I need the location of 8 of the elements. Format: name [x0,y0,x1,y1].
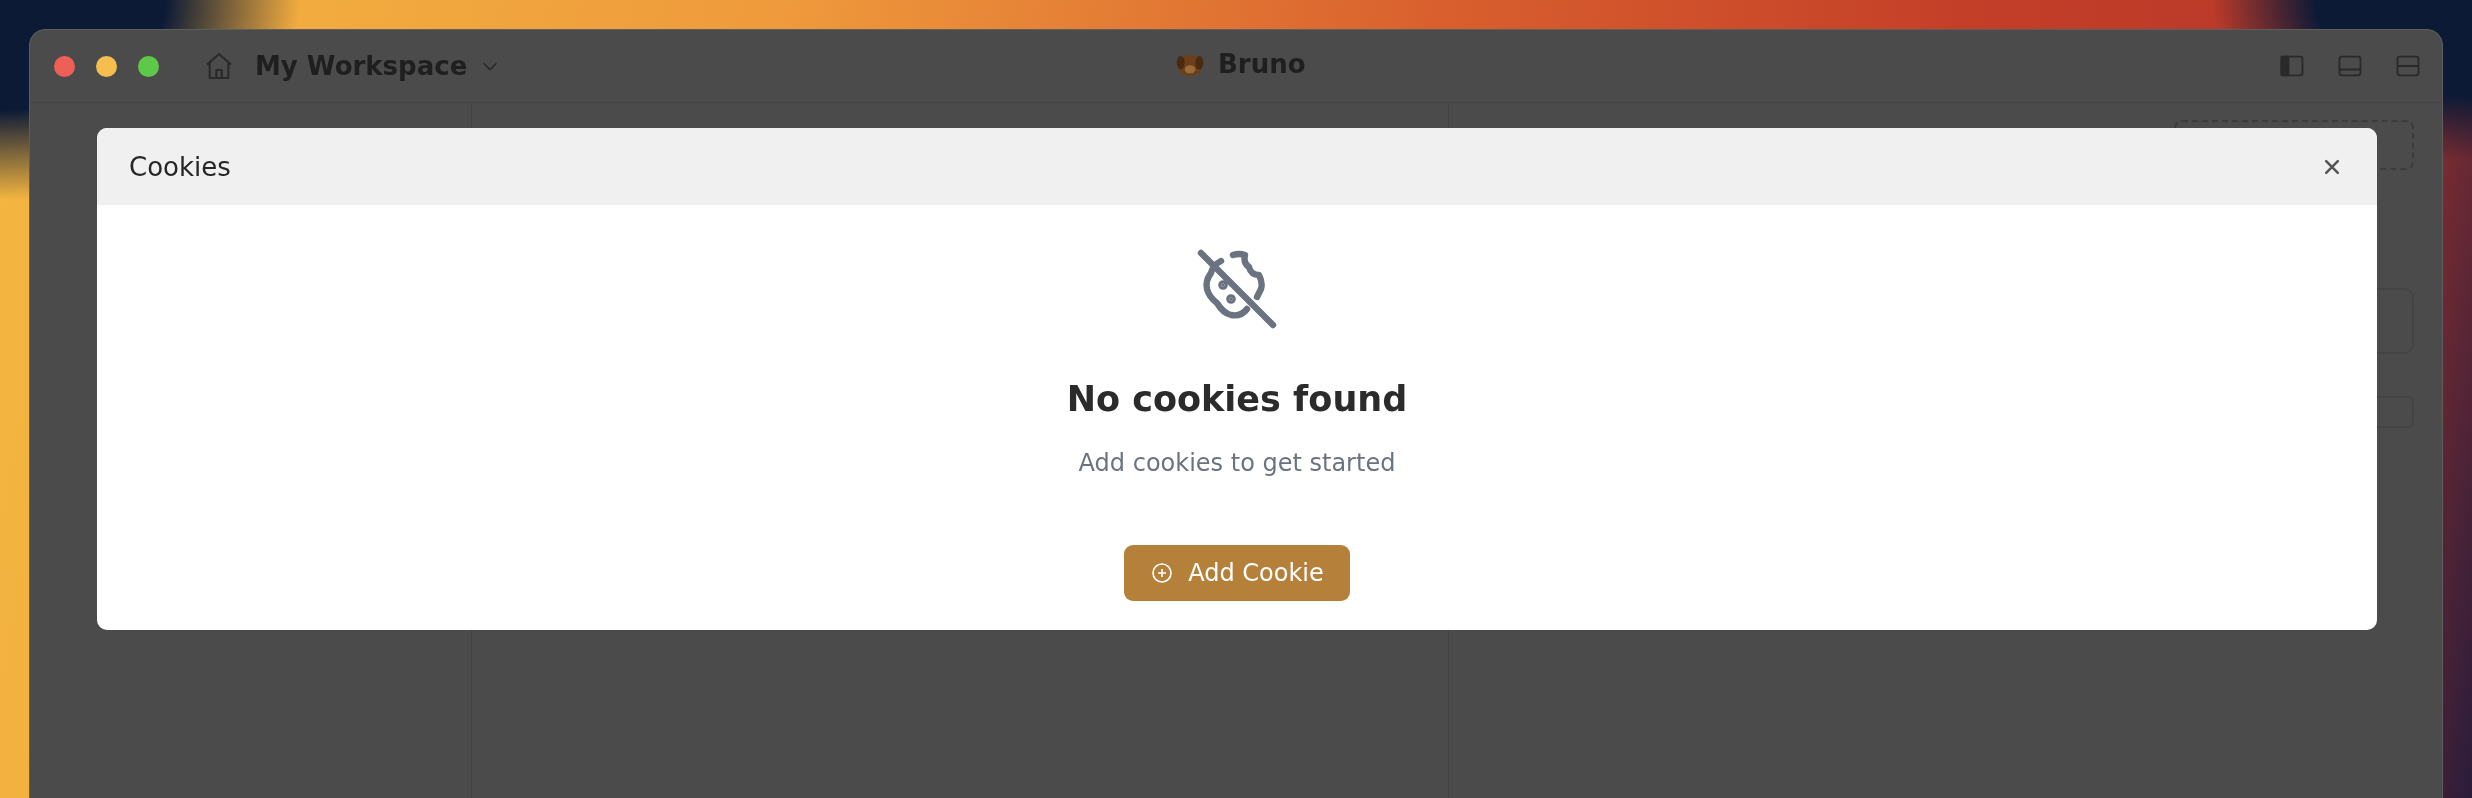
zoom-window-button[interactable] [138,55,159,77]
plus-circle-icon [1150,561,1175,585]
close-window-button[interactable] [54,55,75,77]
minimize-window-button[interactable] [96,55,117,77]
empty-state-heading: No cookies found [1066,379,1408,419]
empty-state-message: Add cookies to get started [1078,449,1396,477]
dialog-title: Cookies [129,151,231,182]
add-cookie-button[interactable]: Add Cookie [1124,545,1350,601]
